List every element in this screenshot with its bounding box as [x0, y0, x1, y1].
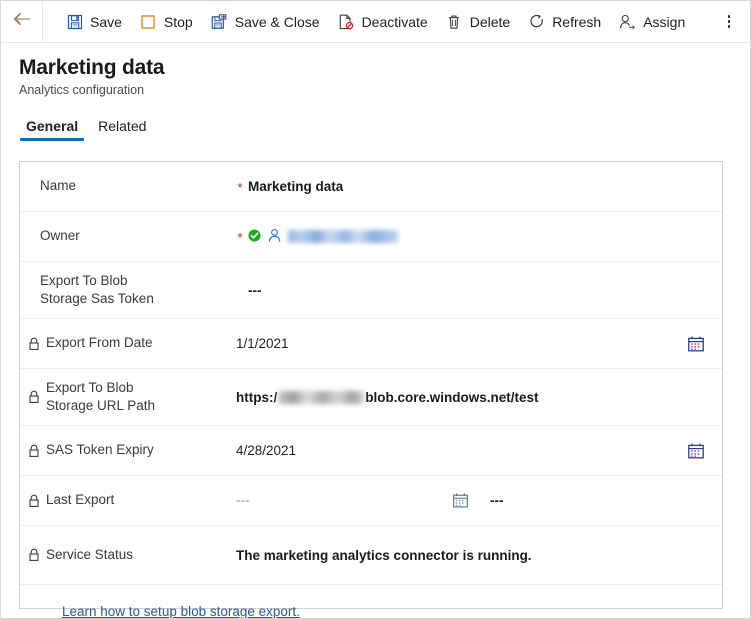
command-bar: Save Stop Save & Close Deactivate Delete…: [1, 1, 750, 43]
refresh-button[interactable]: Refresh: [519, 1, 610, 42]
calendar-icon-last-export[interactable]: [452, 491, 472, 511]
save-and-close-icon: [211, 13, 228, 30]
field-label-owner: Owner: [40, 228, 80, 244]
field-label-export-from-date: Export From Date: [28, 334, 220, 352]
record-form-window: Save Stop Save & Close Deactivate Delete…: [0, 0, 751, 619]
field-label-name: Name: [40, 178, 77, 194]
command-bar-items: Save Stop Save & Close Deactivate Delete…: [43, 1, 712, 42]
field-row-export-to-blob-storage-sas-token: Export To Blob Storage Sas Token ---: [20, 262, 722, 319]
calendar-icon-sas-token-expiry[interactable]: [685, 440, 707, 462]
lock-icon: [28, 493, 41, 508]
green-check-circle-icon: [248, 229, 261, 245]
person-icon: [267, 228, 282, 246]
field-value-sas-token-expiry[interactable]: 4/28/2021: [236, 443, 710, 458]
calendar-icon-export-from-date[interactable]: [685, 333, 707, 355]
field-label-export-to-blob-storage-url-path: Export To Blob Storage URL Path: [28, 379, 220, 415]
field-row-name: Name * Marketing data: [20, 162, 722, 212]
field-value-last-export[interactable]: --- ---: [236, 493, 710, 508]
field-row-sas-token-expiry: SAS Token Expiry 4/28/2021: [20, 426, 722, 476]
owner-name-redacted: [288, 230, 398, 243]
label-line-1: Export To Blob: [46, 379, 134, 395]
field-row-export-to-blob-storage-url-path: Export To Blob Storage URL Path https:/ b…: [20, 369, 722, 426]
name-input-value: Marketing data: [248, 179, 344, 194]
stop-square-icon: [140, 13, 157, 30]
page-subtitle: Analytics configuration: [19, 83, 145, 98]
learn-blob-storage-export-link[interactable]: Learn how to setup blob storage export.: [40, 604, 300, 619]
stop-button[interactable]: Stop: [131, 1, 202, 42]
field-label-service-status: Service Status: [28, 546, 220, 564]
field-value-service-status: The marketing analytics connector is run…: [236, 548, 710, 563]
tab-related[interactable]: Related: [91, 118, 153, 141]
field-value-export-from-date[interactable]: 1/1/2021: [236, 336, 710, 351]
save-and-close-button[interactable]: Save & Close: [202, 1, 329, 42]
field-label-export-to-blob-storage-sas-token: Export To Blob Storage Sas Token: [40, 272, 232, 308]
lock-icon: [28, 443, 41, 458]
assign-button[interactable]: Assign: [610, 1, 694, 42]
lock-icon: [28, 548, 41, 563]
more-commands-button[interactable]: [712, 1, 746, 42]
required-marker-name: *: [237, 180, 243, 195]
lock-icon: [28, 336, 41, 351]
field-label-sas-token-expiry: SAS Token Expiry: [28, 441, 220, 459]
service-status-value: The marketing analytics connector is run…: [236, 547, 532, 563]
label-line-1: Export To Blob: [40, 272, 128, 288]
required-spacer: [220, 554, 236, 556]
form-footer-link-row: Learn how to setup blob storage export.: [20, 585, 722, 619]
required-marker-owner: *: [237, 230, 243, 245]
record-header: Marketing data Analytics configuration: [1, 43, 750, 97]
field-value-name[interactable]: Marketing data: [248, 179, 710, 194]
save-button-label: Save: [90, 13, 122, 30]
field-row-owner: Owner *: [20, 212, 722, 262]
delete-button-label: Delete: [469, 13, 511, 30]
last-export-date-value: ---: [236, 493, 250, 508]
tab-list: General Related: [1, 111, 750, 142]
field-value-export-to-blob-storage-sas-token[interactable]: ---: [248, 283, 710, 298]
field-row-service-status: Service Status The marketing analytics c…: [20, 526, 722, 585]
tab-general[interactable]: General: [19, 118, 85, 142]
required-spacer: [220, 343, 236, 345]
deactivate-document-icon: [338, 13, 355, 30]
field-row-last-export: Last Export --- ---: [20, 476, 722, 526]
label-line-2: Storage URL Path: [46, 398, 156, 413]
deactivate-button[interactable]: Deactivate: [329, 1, 437, 42]
arrow-left-icon: [13, 12, 31, 31]
field-value-export-to-blob-storage-url-path[interactable]: https:/ blob.core.windows.net/test: [236, 390, 710, 405]
refresh-circular-icon: [528, 13, 545, 30]
field-label-last-export: Last Export: [28, 491, 220, 509]
trash-icon: [446, 13, 463, 30]
field-label-text: SAS Token Expiry: [46, 442, 154, 458]
stop-button-label: Stop: [163, 13, 193, 30]
sas-token-value: ---: [248, 282, 262, 298]
lock-icon: [28, 390, 41, 405]
field-row-export-from-date: Export From Date 1/1/2021: [20, 319, 722, 369]
more-vertical-icon: [727, 15, 731, 28]
assign-person-icon: [619, 13, 636, 30]
save-and-close-button-label: Save & Close: [234, 13, 320, 30]
refresh-button-label: Refresh: [552, 13, 602, 30]
back-button[interactable]: [1, 1, 43, 42]
required-spacer: [220, 500, 236, 502]
label-line-2: Storage Sas Token: [40, 291, 154, 306]
url-suffix: blob.core.windows.net/test: [365, 389, 539, 405]
save-button[interactable]: Save: [57, 1, 131, 42]
required-spacer: [232, 289, 248, 291]
field-label-text: Service Status: [46, 546, 134, 562]
deactivate-button-label: Deactivate: [361, 13, 428, 30]
field-label-text: Last Export: [46, 492, 115, 508]
required-spacer: [220, 396, 236, 398]
last-export-time-value: ---: [490, 493, 504, 508]
page-title: Marketing data: [19, 56, 165, 79]
assign-button-label: Assign: [643, 13, 686, 30]
sas-token-expiry-value: 4/28/2021: [236, 443, 297, 458]
save-floppy-icon: [66, 13, 83, 30]
url-redacted-segment: [278, 390, 365, 404]
form-card: Name * Marketing data Owner * Export To …: [19, 161, 723, 618]
field-value-owner[interactable]: [248, 228, 710, 246]
field-label-text: Export From Date: [46, 335, 153, 351]
delete-button[interactable]: Delete: [437, 1, 519, 42]
required-spacer: [220, 450, 236, 452]
url-prefix: https:/: [236, 389, 278, 405]
export-from-date-value: 1/1/2021: [236, 336, 289, 351]
